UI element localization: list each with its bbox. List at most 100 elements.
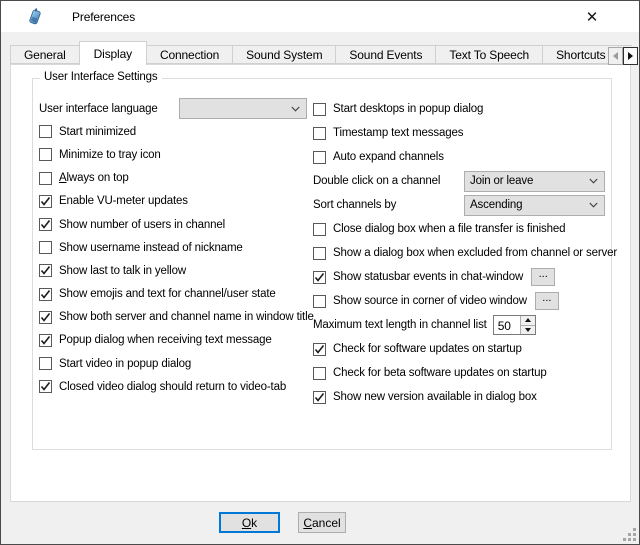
tab-scroll-buttons: [608, 47, 638, 65]
combo-row-label: Double click on a channel: [313, 175, 464, 187]
spinbox[interactable]: 50: [493, 315, 536, 335]
checkbox-row: Show emojis and text for channel/user st…: [39, 283, 313, 306]
checkbox[interactable]: [313, 127, 326, 140]
checkbox[interactable]: [313, 295, 326, 308]
combobox-value: Ascending: [465, 199, 589, 211]
checkbox[interactable]: [39, 241, 52, 254]
tab-label: Text To Speech: [449, 48, 529, 62]
checkbox[interactable]: [39, 357, 52, 370]
checkbox[interactable]: [39, 334, 52, 347]
combo-row-label: Sort channels by: [313, 199, 464, 211]
checkbox-row: Check for software updates on startup: [313, 337, 613, 361]
chevron-down-icon: [291, 106, 300, 112]
checkbox[interactable]: [39, 218, 52, 231]
resize-grip[interactable]: [623, 528, 636, 541]
combobox[interactable]: Ascending: [464, 195, 605, 216]
checkbox[interactable]: [39, 311, 52, 324]
tab-bar: GeneralDisplay Connection Sound System Soun…: [10, 41, 632, 65]
checkbox-row: Enable VU-meter updates: [39, 190, 313, 213]
checkbox-row: Always on top: [39, 167, 313, 190]
spin-row-label: Maximum text length in channel list: [313, 319, 487, 331]
tab-text-to-speech[interactable]: Text To Speech: [435, 45, 543, 64]
tab-display[interactable]: Display: [79, 41, 147, 65]
checkbox-label: Auto expand channels: [333, 151, 444, 163]
tab-label: Shortcuts: [556, 48, 605, 62]
checkbox[interactable]: [313, 223, 326, 236]
title-bar: Preferences ✕: [1, 1, 639, 32]
up-arrow-icon: [525, 318, 531, 322]
checkbox-label: Show number of users in channel: [59, 219, 225, 231]
checkbox-row: Show username instead of nickname: [39, 236, 313, 259]
checkbox-row: Show new version available in dialog box: [313, 385, 613, 409]
checkbox-label: Minimize to tray icon: [59, 149, 161, 161]
checkbox-label: Start video in popup dialog: [59, 358, 191, 370]
cancel-button[interactable]: Cancel: [298, 512, 346, 533]
checkbox-label: Close dialog box when a file transfer is…: [333, 223, 565, 235]
checkbox-label: Show username instead of nickname: [59, 242, 243, 254]
checkbox[interactable]: [313, 367, 326, 380]
tab-scroll-left-button[interactable]: [608, 47, 623, 65]
ok-button-label: Ok: [242, 516, 257, 530]
checkbox[interactable]: [39, 288, 52, 301]
more-options-button[interactable]: ...: [531, 268, 555, 286]
tab-connection[interactable]: Connection: [146, 45, 233, 64]
checkbox[interactable]: [313, 151, 326, 164]
checkbox[interactable]: [39, 380, 52, 393]
chevron-down-icon: [291, 106, 300, 112]
tab-label: Sound System: [246, 48, 322, 62]
ok-button[interactable]: Ok: [219, 512, 280, 533]
combobox[interactable]: [179, 98, 307, 119]
more-options-button[interactable]: ...: [535, 292, 559, 310]
tab-sound-events[interactable]: Sound Events: [335, 45, 436, 64]
tab-label: Connection: [160, 48, 219, 62]
checkbox[interactable]: [39, 125, 52, 138]
checkbox[interactable]: [313, 391, 326, 404]
spin-up-button[interactable]: [521, 316, 535, 325]
close-icon: ✕: [586, 8, 599, 26]
chevron-down-icon: [589, 202, 598, 208]
spin-down-button[interactable]: [521, 325, 535, 335]
check-icon: [314, 392, 325, 403]
checkbox-label: Enable VU-meter updates: [59, 195, 188, 207]
checkbox-label: Timestamp text messages: [333, 127, 463, 139]
checkbox-row: Show source in corner of video window...: [313, 289, 613, 313]
cancel-button-label: Cancel: [303, 516, 340, 530]
checkbox[interactable]: [313, 271, 326, 284]
checkbox-row: Start desktops in popup dialog: [313, 97, 613, 121]
checkbox[interactable]: [313, 247, 326, 260]
checkbox-row: Close dialog box when a file transfer is…: [313, 217, 613, 241]
checkbox-row: Show a dialog box when excluded from cha…: [313, 241, 613, 265]
combo-row: Double click on a channelJoin or leave: [313, 169, 613, 193]
checkbox-label: Start minimized: [59, 126, 136, 138]
chevron-down-icon: [589, 178, 598, 184]
check-icon: [40, 312, 51, 323]
checkbox-row: Show statusbar events in chat-window...: [313, 265, 613, 289]
checkbox-row: Auto expand channels: [313, 145, 613, 169]
combobox[interactable]: Join or leave: [464, 171, 605, 192]
checkbox-label: Show emojis and text for channel/user st…: [59, 288, 276, 300]
chevron-down-icon: [589, 202, 598, 208]
checkbox-row: Closed video dialog should return to vid…: [39, 375, 313, 398]
checkbox-row: Start minimized: [39, 120, 313, 143]
display-tab-page: User Interface Settings User interface l…: [10, 64, 631, 502]
checkbox[interactable]: [39, 172, 52, 185]
preferences-dialog: Preferences ✕ GeneralDisplay Connection So…: [0, 0, 640, 545]
chevron-down-icon: [589, 178, 598, 184]
tab-scroll-right-button[interactable]: [623, 47, 638, 65]
checkbox-label: Always on top: [59, 172, 129, 184]
window-title: Preferences: [72, 10, 135, 24]
close-button[interactable]: ✕: [577, 4, 607, 29]
app-icon: [26, 8, 44, 26]
checkbox[interactable]: [39, 195, 52, 208]
tab-sound-system[interactable]: Sound System: [232, 45, 336, 64]
tab-general[interactable]: General: [10, 45, 80, 64]
checkbox[interactable]: [313, 103, 326, 116]
checkbox[interactable]: [39, 148, 52, 161]
spinbox-value[interactable]: 50: [494, 316, 520, 334]
check-icon: [40, 381, 51, 392]
checkbox[interactable]: [39, 264, 52, 277]
checkbox-label: Show statusbar events in chat-window: [333, 271, 523, 283]
check-icon: [314, 272, 325, 283]
checkbox-row: Start video in popup dialog: [39, 352, 313, 375]
checkbox[interactable]: [313, 343, 326, 356]
